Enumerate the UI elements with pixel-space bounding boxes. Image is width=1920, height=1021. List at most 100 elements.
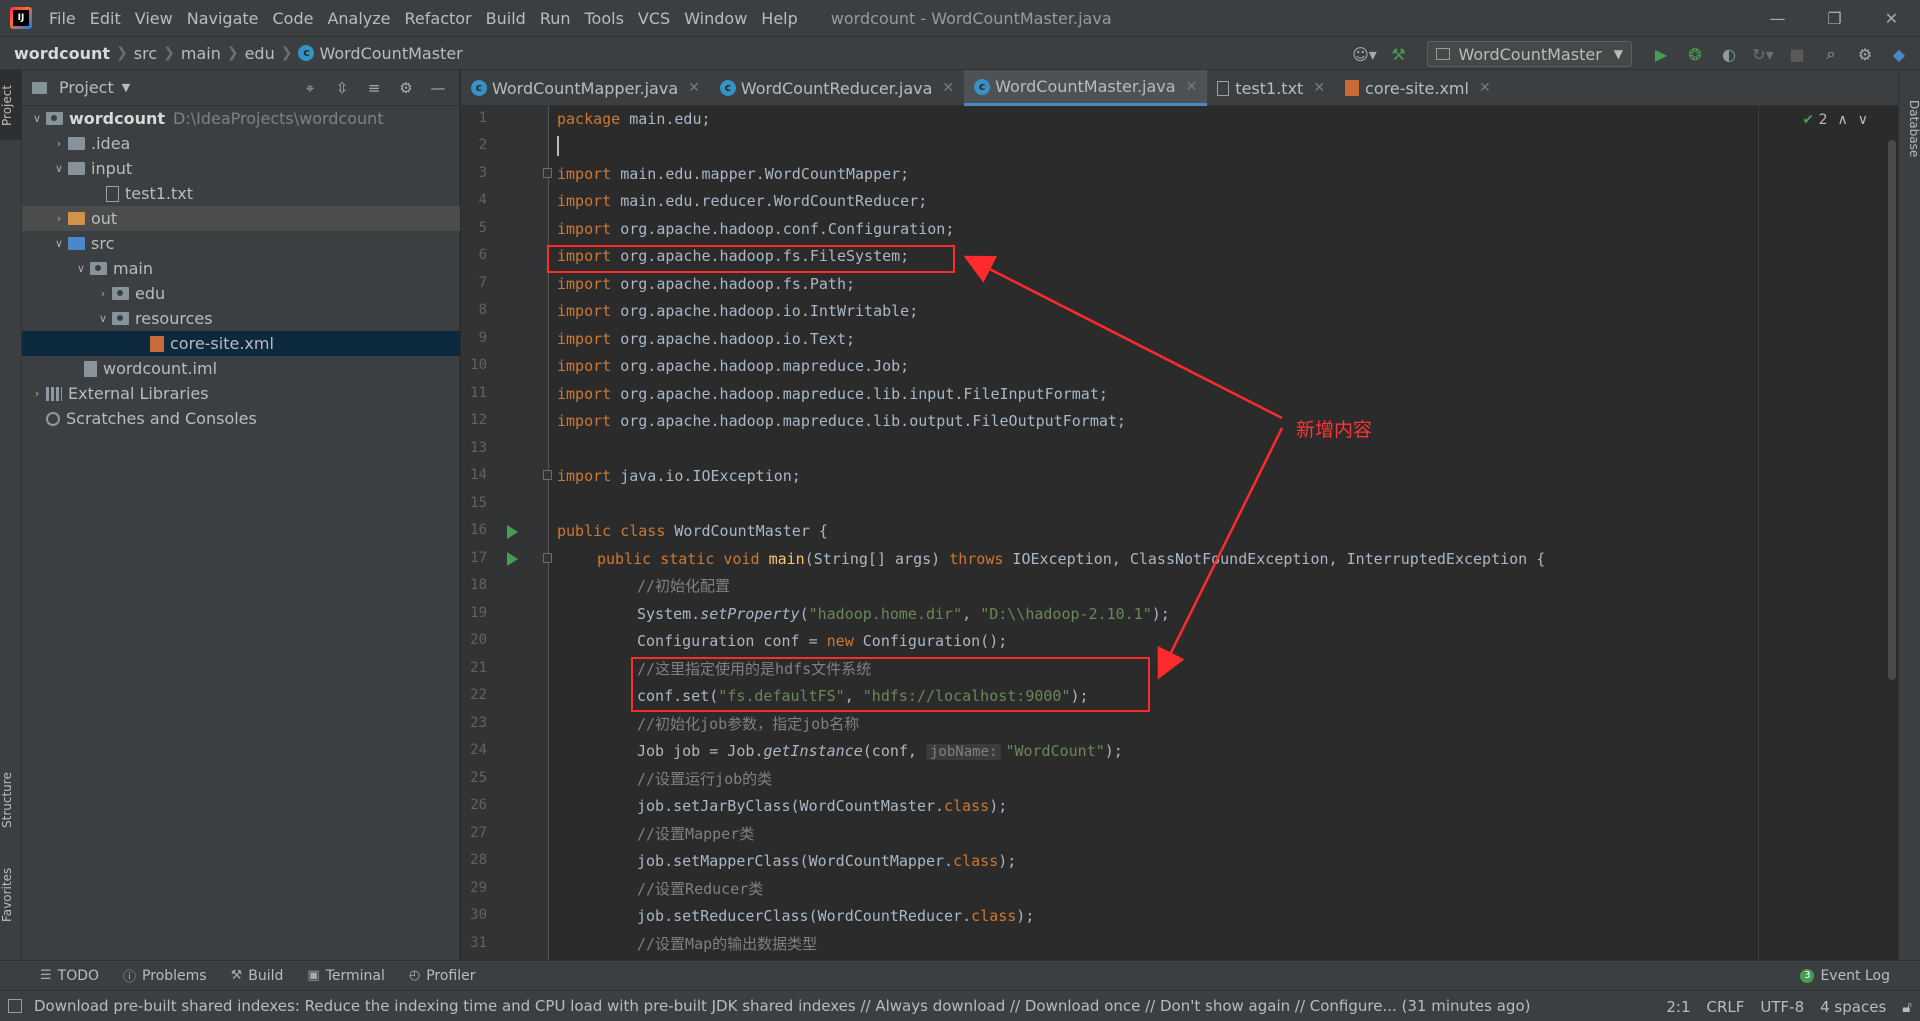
problems-tool-button[interactable]: ⓘ Problems bbox=[111, 966, 219, 986]
tree-item-wordcount[interactable]: ∨ wordcount D:\IdeaProjects\wordcount bbox=[22, 106, 460, 131]
coverage-icon[interactable]: ◐ bbox=[1714, 41, 1744, 67]
terminal-tool-button[interactable]: ▣ Terminal bbox=[295, 968, 396, 984]
menu-analyze[interactable]: Analyze bbox=[320, 9, 397, 28]
todo-tool-button[interactable]: ☰ TODO bbox=[28, 968, 111, 984]
indent-setting[interactable]: 4 spaces bbox=[1820, 998, 1886, 1016]
hammer-icon: ⚒ bbox=[230, 968, 243, 983]
breadcrumb-current-class[interactable]: WordCountMaster bbox=[294, 44, 466, 63]
keyword: public class bbox=[557, 522, 666, 540]
fold-marker-icon[interactable] bbox=[543, 553, 552, 563]
code-line-10: import org.apache.hadoop.mapreduce.Job; bbox=[557, 353, 909, 380]
tree-item-wordcount-iml[interactable]: wordcount.iml bbox=[22, 356, 460, 381]
caret-position[interactable]: 2:1 bbox=[1666, 998, 1690, 1016]
tree-item-idea[interactable]: › .idea bbox=[22, 131, 460, 156]
profile-icon[interactable]: ↻▾ bbox=[1748, 41, 1778, 67]
chevron-up-icon[interactable]: ∧ bbox=[1838, 112, 1848, 128]
collapse-all-icon[interactable]: ≡ bbox=[361, 75, 387, 101]
code-line-11: import org.apache.hadoop.mapreduce.lib.i… bbox=[557, 381, 1108, 408]
user-account-icon[interactable]: ☺▾ bbox=[1349, 41, 1379, 67]
lock-icon[interactable]: 🔓︎ bbox=[1902, 998, 1912, 1016]
file-encoding[interactable]: UTF-8 bbox=[1760, 998, 1804, 1016]
run-main-icon[interactable] bbox=[507, 552, 518, 566]
menu-code[interactable]: Code bbox=[266, 9, 321, 28]
structure-tool-tab[interactable]: Structure bbox=[0, 760, 22, 840]
line-separator[interactable]: CRLF bbox=[1707, 998, 1745, 1016]
run-configuration-select[interactable]: WordCountMaster ▼ bbox=[1427, 41, 1632, 67]
tab-wordcountreducer[interactable]: WordCountReducer.java ✕ bbox=[710, 70, 964, 106]
status-message[interactable]: Download pre-built shared indexes: Reduc… bbox=[34, 997, 1530, 1015]
menu-tools[interactable]: Tools bbox=[578, 9, 631, 28]
fold-marker-icon[interactable] bbox=[543, 470, 552, 480]
close-tab-icon[interactable]: ✕ bbox=[1479, 80, 1491, 96]
hide-panel-icon[interactable]: — bbox=[425, 75, 451, 101]
close-tab-icon[interactable]: ✕ bbox=[1186, 79, 1198, 95]
run-class-icon[interactable] bbox=[507, 525, 518, 539]
event-log-button[interactable]: 3 Event Log bbox=[1800, 961, 1890, 991]
breadcrumb-main[interactable]: main bbox=[177, 44, 225, 63]
restore-icon[interactable]: ❐ bbox=[1806, 0, 1863, 36]
tree-item-core-site-xml[interactable]: core-site.xml bbox=[22, 331, 460, 356]
project-panel-title[interactable]: Project bbox=[59, 78, 114, 97]
tree-item-input[interactable]: ∨ input bbox=[22, 156, 460, 181]
menu-file[interactable]: File bbox=[42, 9, 83, 28]
tree-item-out[interactable]: › out bbox=[22, 206, 460, 231]
profiler-tool-button[interactable]: ◴ Profiler bbox=[397, 968, 488, 984]
tab-test1-txt[interactable]: test1.txt ✕ bbox=[1207, 70, 1335, 106]
toolbox-app-icon[interactable]: ◆ bbox=[1884, 41, 1914, 67]
tree-item-edu[interactable]: › edu bbox=[22, 281, 460, 306]
breadcrumb-src[interactable]: src bbox=[130, 44, 161, 63]
project-tool-tab[interactable]: Project bbox=[0, 70, 22, 140]
menu-edit[interactable]: Edit bbox=[83, 9, 128, 28]
tree-item-label: External Libraries bbox=[68, 384, 209, 403]
locate-file-icon[interactable]: ⌖ bbox=[297, 75, 323, 101]
breadcrumb-project[interactable]: wordcount bbox=[0, 44, 114, 63]
tab-wordcountmapper[interactable]: WordCountMapper.java ✕ bbox=[461, 70, 710, 106]
tree-item-src[interactable]: ∨ src bbox=[22, 231, 460, 256]
menu-refactor[interactable]: Refactor bbox=[398, 9, 479, 28]
line-number: 8 bbox=[478, 302, 487, 318]
panel-settings-gear-icon[interactable]: ⚙ bbox=[393, 75, 419, 101]
favorites-tool-tab[interactable]: Favorites bbox=[0, 850, 22, 940]
close-tab-icon[interactable]: ✕ bbox=[688, 80, 700, 96]
debug-icon[interactable]: ❂ bbox=[1680, 41, 1710, 67]
tree-item-scratches[interactable]: Scratches and Consoles bbox=[22, 406, 460, 431]
line-number: 23 bbox=[470, 715, 487, 731]
code-text: main.edu.reducer.WordCountReducer; bbox=[611, 192, 928, 210]
editor-scrollbar[interactable] bbox=[1888, 140, 1896, 680]
search-icon[interactable]: ⌕ bbox=[1816, 41, 1846, 67]
settings-gear-icon[interactable]: ⚙ bbox=[1850, 41, 1880, 67]
tree-item-resources[interactable]: ∨ resources bbox=[22, 306, 460, 331]
inspection-widget[interactable]: ✔ 2 ∧ ∨ bbox=[1802, 112, 1868, 128]
dropdown-arrow-icon[interactable]: ▼ bbox=[122, 81, 130, 94]
menu-navigate[interactable]: Navigate bbox=[180, 9, 266, 28]
tab-core-site-xml[interactable]: core-site.xml ✕ bbox=[1335, 70, 1501, 106]
chevron-down-icon[interactable]: ∨ bbox=[1858, 112, 1868, 128]
close-icon[interactable]: ✕ bbox=[1863, 0, 1920, 36]
tree-item-external-libraries[interactable]: › External Libraries bbox=[22, 381, 460, 406]
close-tab-icon[interactable]: ✕ bbox=[942, 80, 954, 96]
code-text: ); bbox=[1016, 907, 1035, 925]
fold-marker-icon[interactable] bbox=[543, 168, 552, 178]
build-hammer-icon[interactable]: ⚒ bbox=[1383, 41, 1413, 67]
menu-vcs[interactable]: VCS bbox=[631, 9, 677, 28]
tool-windows-toggle-icon[interactable] bbox=[8, 999, 22, 1013]
menu-run[interactable]: Run bbox=[533, 9, 578, 28]
menu-view[interactable]: View bbox=[128, 9, 180, 28]
run-icon[interactable]: ▶ bbox=[1646, 41, 1676, 67]
chevron-right-icon: ❯ bbox=[226, 45, 239, 61]
close-tab-icon[interactable]: ✕ bbox=[1313, 80, 1325, 96]
stop-icon[interactable]: ■ bbox=[1782, 41, 1812, 67]
keyword: import bbox=[557, 302, 612, 320]
menu-build[interactable]: Build bbox=[479, 9, 533, 28]
menu-help[interactable]: Help bbox=[754, 9, 804, 28]
minimize-icon[interactable]: — bbox=[1749, 0, 1806, 36]
build-tool-button[interactable]: ⚒ Build bbox=[219, 968, 296, 984]
menu-window[interactable]: Window bbox=[677, 9, 754, 28]
tree-item-test1-txt[interactable]: test1.txt bbox=[22, 181, 460, 206]
database-tool-tab[interactable]: Database bbox=[1899, 84, 1920, 174]
breadcrumb-edu[interactable]: edu bbox=[241, 44, 279, 63]
expand-all-icon[interactable]: ⇳ bbox=[329, 75, 355, 101]
tree-item-main[interactable]: ∨ main bbox=[22, 256, 460, 281]
code-editor[interactable]: 1 2 3 4 5 6 7 8 9 10 11 12 13 14 15 16 1… bbox=[461, 106, 1898, 960]
tab-wordcountmaster[interactable]: WordCountMaster.java ✕ bbox=[964, 70, 1208, 106]
